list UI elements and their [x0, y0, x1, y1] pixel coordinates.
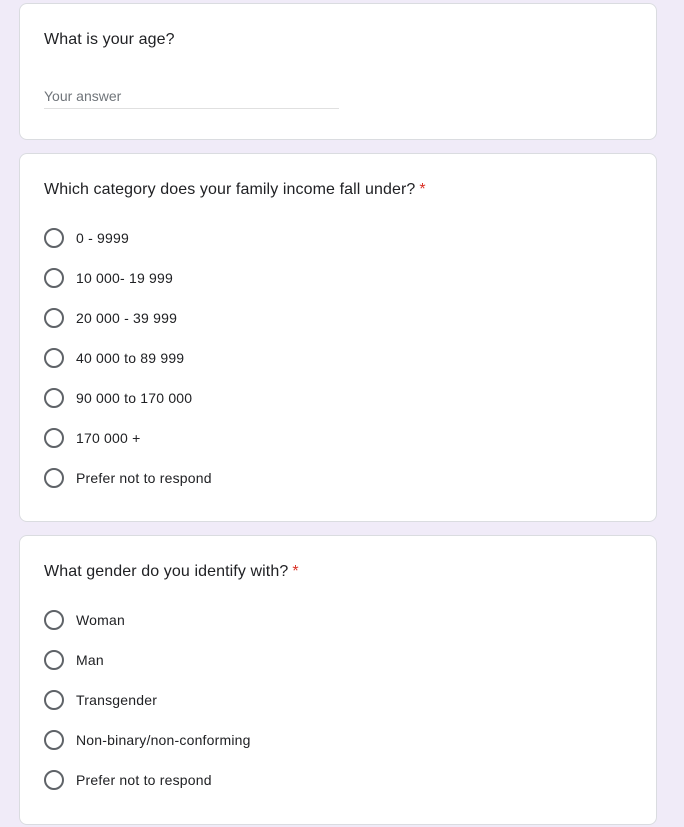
option-label: Transgender	[76, 692, 158, 708]
income-option-170000-plus[interactable]: 170 000 +	[44, 426, 140, 450]
gender-question-text: What gender do you identify with?	[44, 563, 289, 580]
radio-button[interactable]	[44, 268, 64, 288]
gender-question-card: What gender do you identify with? * Woman…	[19, 535, 657, 825]
gender-option-woman[interactable]: Woman	[44, 608, 125, 632]
radio-button[interactable]	[44, 228, 64, 248]
income-question-card: Which category does your family income f…	[19, 153, 657, 522]
form-page: What is your age? Which category does yo…	[0, 0, 684, 827]
gender-option-transgender[interactable]: Transgender	[44, 688, 157, 712]
radio-button[interactable]	[44, 388, 64, 408]
option-label: 40 000 to 89 999	[76, 350, 185, 366]
option-label: Woman	[76, 612, 125, 628]
radio-button[interactable]	[44, 690, 64, 710]
age-question-card: What is your age?	[19, 3, 657, 140]
income-option-prefer-not[interactable]: Prefer not to respond	[44, 466, 212, 490]
age-question-text: What is your age?	[44, 31, 175, 48]
option-label: Man	[76, 652, 104, 668]
income-option-40000-89999[interactable]: 40 000 to 89 999	[44, 346, 184, 370]
required-asterisk: *	[292, 563, 299, 580]
gender-option-man[interactable]: Man	[44, 648, 104, 672]
age-question-title: What is your age?	[44, 28, 175, 52]
radio-button[interactable]	[44, 650, 64, 670]
radio-button[interactable]	[44, 770, 64, 790]
radio-button[interactable]	[44, 348, 64, 368]
income-option-20000-39999[interactable]: 20 000 - 39 999	[44, 306, 177, 330]
income-option-90000-170000[interactable]: 90 000 to 170 000	[44, 386, 192, 410]
option-label: 170 000 +	[76, 430, 141, 446]
radio-button[interactable]	[44, 428, 64, 448]
option-label: Non-binary/non-conforming	[76, 732, 251, 748]
radio-button[interactable]	[44, 610, 64, 630]
income-question-text: Which category does your family income f…	[44, 181, 416, 198]
radio-button[interactable]	[44, 730, 64, 750]
option-label: 90 000 to 170 000	[76, 390, 193, 406]
radio-button[interactable]	[44, 308, 64, 328]
income-option-0-9999[interactable]: 0 - 9999	[44, 226, 129, 250]
option-label: 10 000- 19 999	[76, 270, 173, 286]
option-label: 20 000 - 39 999	[76, 310, 178, 326]
gender-option-nonbinary[interactable]: Non-binary/non-conforming	[44, 728, 251, 752]
income-option-10000-19999[interactable]: 10 000- 19 999	[44, 266, 173, 290]
gender-question-title: What gender do you identify with? *	[44, 560, 299, 584]
income-question-title: Which category does your family income f…	[44, 178, 426, 202]
gender-option-prefer-not[interactable]: Prefer not to respond	[44, 768, 212, 792]
option-label: Prefer not to respond	[76, 470, 212, 486]
radio-button[interactable]	[44, 468, 64, 488]
option-label: Prefer not to respond	[76, 772, 212, 788]
required-asterisk: *	[419, 181, 426, 198]
age-answer-input[interactable]	[44, 84, 339, 109]
option-label: 0 - 9999	[76, 230, 129, 246]
